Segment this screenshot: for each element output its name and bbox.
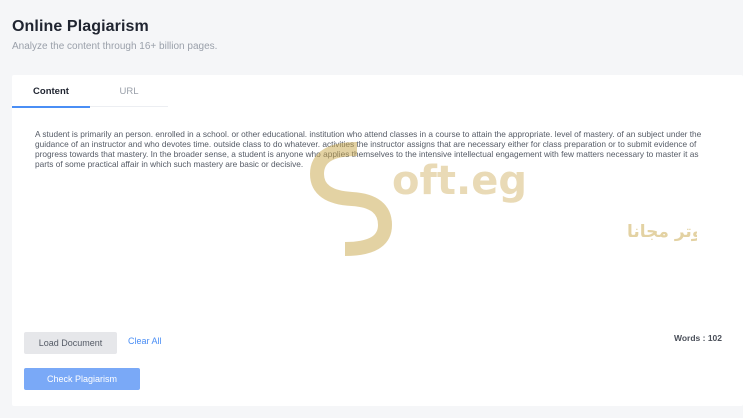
input-tabs: Content URL: [12, 75, 168, 108]
word-count-label: Words :: [673, 333, 706, 343]
page-title: Online Plagiarism: [12, 18, 149, 35]
clear-all-link[interactable]: Clear All: [128, 336, 162, 346]
page-subtitle: Analyze the content through 16+ billion …: [12, 41, 218, 52]
page-header: Online Plagiarism Analyze the content th…: [0, 0, 743, 66]
tab-content[interactable]: Content: [12, 75, 90, 108]
load-document-button[interactable]: Load Document: [24, 332, 117, 354]
word-count: Words : 102: [674, 333, 722, 343]
plagiarism-card: Content URL A student is primarily an pe…: [12, 75, 743, 406]
check-plagiarism-button[interactable]: Check Plagiarism: [24, 368, 140, 390]
content-textarea[interactable]: A student is primarily an person. enroll…: [35, 129, 715, 319]
tab-url[interactable]: URL: [90, 75, 168, 107]
word-count-value: 102: [707, 333, 722, 343]
